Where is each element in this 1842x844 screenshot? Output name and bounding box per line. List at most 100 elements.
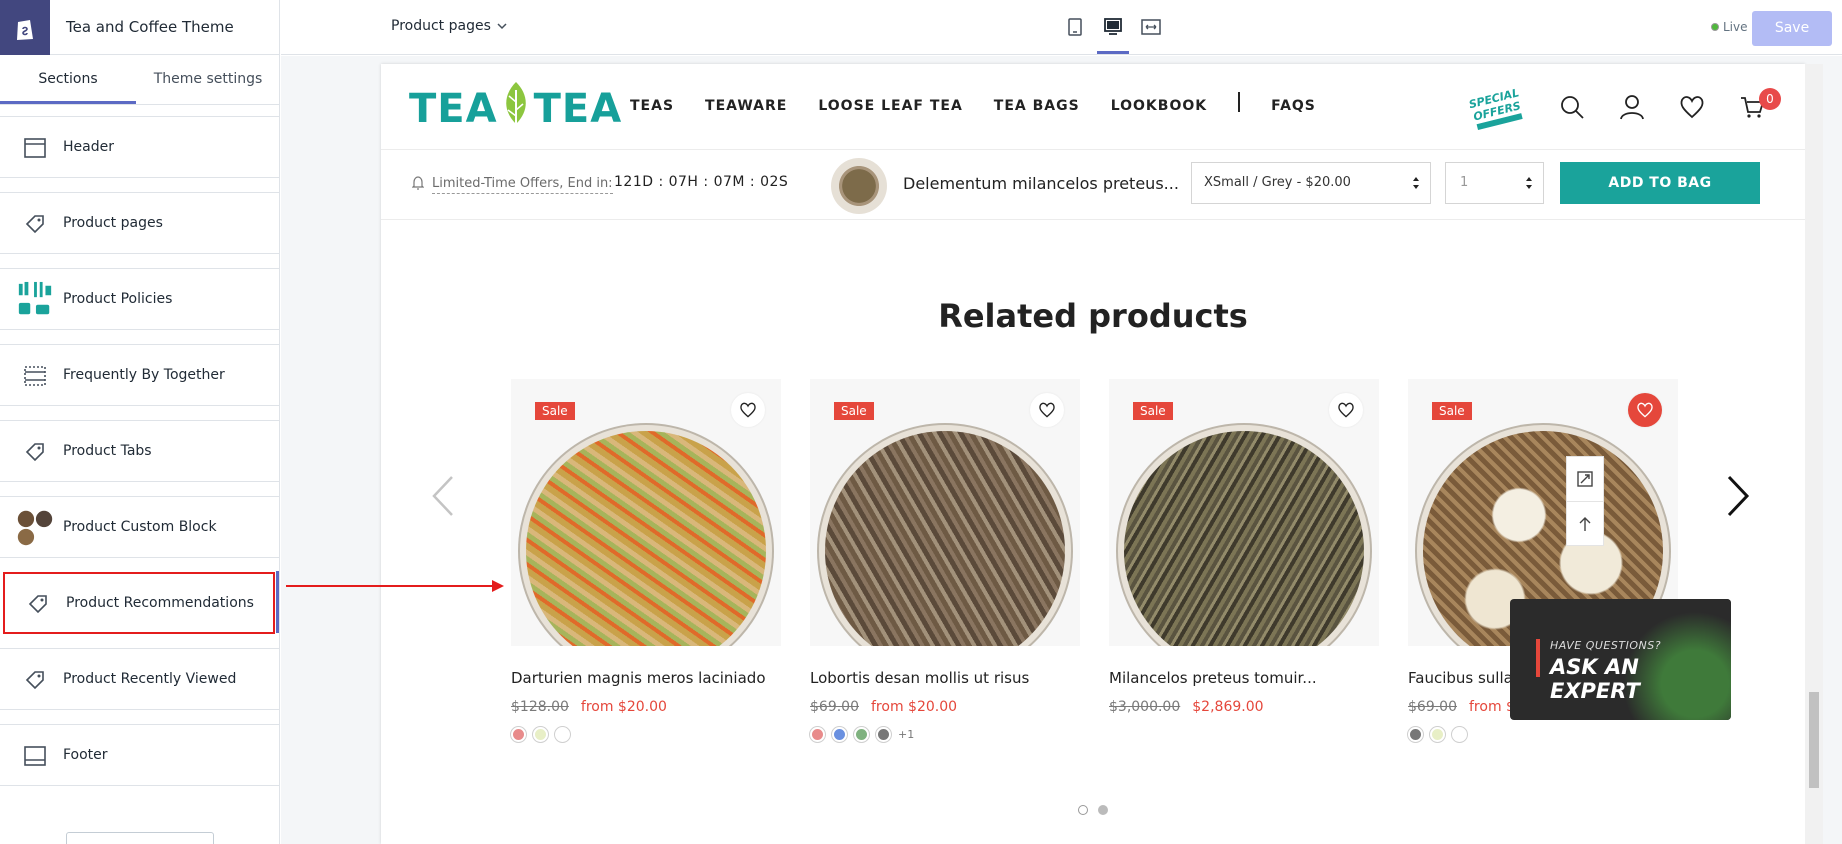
sale-badge: Sale [834,402,874,420]
product-image[interactable]: Sale [511,379,781,646]
cart-count-badge: 0 [1759,88,1781,110]
swatch[interactable] [555,727,570,742]
sale-badge: Sale [1432,402,1472,420]
section-item-product-custom-block[interactable]: Product Custom Block [0,496,279,558]
product-name[interactable]: Lobortis desan mollis ut risus [810,669,1080,687]
pagination-dot-active[interactable] [1098,805,1108,815]
add-section-button[interactable] [66,832,214,844]
compare-price: $3,000.00 [1109,699,1181,715]
logo-text-left: TEA [409,86,498,132]
section-item-frequently-bought[interactable]: Frequently By Together [0,344,279,406]
pagination-dot[interactable] [1078,805,1088,815]
swatch[interactable] [832,727,847,742]
heart-filled-icon[interactable] [1628,393,1662,427]
carousel-next-icon[interactable] [1726,474,1750,518]
variant-value: XSmall / Grey - $20.00 [1204,175,1351,190]
product-name[interactable]: Milancelos preteus tomuir... [1109,669,1379,687]
tag-icon [16,662,54,698]
tea-tin-image [1124,431,1364,646]
theme-editor: Tea and Coffee Theme Sections Theme sett… [0,0,1842,844]
product-card[interactable]: Sale Milancelos preteus tomuir... $3,000… [1109,379,1379,715]
back-to-top-icon[interactable] [1567,501,1603,545]
sticky-add-to-cart-bar: Limited-Time Offers, End in: 121D : 07H … [381,150,1805,220]
heart-icon[interactable] [1030,393,1064,427]
header-layout-icon [16,130,54,166]
swatch[interactable] [533,727,548,742]
swatch[interactable] [1408,727,1423,742]
quantity-stepper[interactable]: 1 [1445,162,1544,204]
product-name[interactable]: Darturien magnis meros laciniado [511,669,781,687]
sale-price: from $ [1469,699,1515,715]
add-to-bag-button[interactable]: ADD TO BAG [1560,162,1760,204]
section-label: Product pages [63,215,163,231]
section-item-header[interactable]: Header [0,116,279,178]
countdown-timer: 121D : 07H : 07M : 02S [614,174,789,190]
section-label: Product Tabs [63,443,152,459]
product-card[interactable]: Sale Lobortis desan mollis ut risus $69.… [810,379,1080,742]
section-item-product-pages[interactable]: Product pages [0,192,279,254]
page-selector[interactable]: Product pages [391,18,507,34]
editor-topbar: Product pages Live Save [281,0,1842,55]
tea-tin-image [526,431,766,646]
shopify-logo-icon[interactable] [0,0,50,55]
search-icon[interactable] [1559,94,1587,122]
page-selector-label: Product pages [391,18,491,34]
cart-icon[interactable]: 0 [1739,88,1781,122]
logo-text-right: TEA [533,86,623,132]
tab-theme-settings[interactable]: Theme settings [136,56,279,104]
live-label: Live [1723,20,1748,34]
nav-item-tea-bags[interactable]: TEA BAGS [994,98,1080,114]
nav-divider [1238,92,1241,112]
section-item-product-tabs[interactable]: Product Tabs [0,420,279,482]
nav-item-faqs[interactable]: FAQS [1271,98,1316,114]
swatch[interactable] [810,727,825,742]
wishlist-icon[interactable] [1679,94,1707,122]
sidebar-tabs: Sections Theme settings [0,56,279,105]
heart-icon[interactable] [731,393,765,427]
sidebar-header: Tea and Coffee Theme [0,0,279,55]
more-swatches-count[interactable]: +1 [898,728,914,741]
tab-sections[interactable]: Sections [0,56,136,104]
section-item-footer[interactable]: Footer [0,724,279,786]
product-card[interactable]: Sale Darturien magnis meros laciniado $1… [511,379,781,742]
section-item-product-recommendations[interactable]: Product Recommendations [3,572,275,634]
product-image[interactable]: Sale [1109,379,1379,646]
swatch[interactable] [876,727,891,742]
related-products-title: Related products [938,297,1248,335]
nav-item-loose-leaf-tea[interactable]: LOOSE LEAF TEA [818,98,962,114]
color-swatches: +1 [810,727,1080,742]
fullwidth-view-icon[interactable] [1139,14,1163,40]
leaf-logo-icon [498,80,534,138]
tag-icon [19,586,57,622]
product-image[interactable]: Sale [810,379,1080,646]
store-logo[interactable]: TEA TEA [409,80,622,138]
expand-icon[interactable] [1567,457,1603,501]
heart-icon[interactable] [1329,393,1363,427]
section-label: Product Custom Block [63,519,217,535]
mobile-view-icon[interactable] [1063,14,1087,40]
footer-layout-icon [16,738,54,774]
ask-expert-banner[interactable]: HAVE QUESTIONS? ASK AN EXPERT [1510,599,1731,720]
store-header: TEA TEA TEAS TEAWARE LOOSE LEAF TEA TEA … [381,64,1805,150]
account-icon[interactable] [1619,94,1647,122]
swatch[interactable] [1452,727,1467,742]
scrollbar-thumb[interactable] [1809,692,1819,788]
carousel-prev-icon[interactable] [431,474,455,518]
product-prices: $69.00 from $20.00 [810,699,1080,715]
section-item-product-policies[interactable]: Product Policies [0,268,279,330]
section-item-product-recently-viewed[interactable]: Product Recently Viewed [0,648,279,710]
swatch[interactable] [511,727,526,742]
desktop-view-icon[interactable] [1097,14,1129,54]
nav-item-teas[interactable]: TEAS [630,98,674,114]
swatch[interactable] [854,727,869,742]
editor-sidebar: Tea and Coffee Theme Sections Theme sett… [0,0,280,844]
swatch[interactable] [1430,727,1445,742]
section-label: Header [63,139,114,155]
annotation-arrow-line [286,585,500,587]
save-button[interactable]: Save [1752,11,1832,46]
preview-scrollbar[interactable] [1805,64,1823,844]
nav-item-lookbook[interactable]: LOOKBOOK [1111,98,1207,114]
variant-select[interactable]: XSmall / Grey - $20.00 [1191,162,1431,204]
special-offers-badge[interactable]: SPECIAL OFFERS [1463,82,1529,132]
nav-item-teaware[interactable]: TEAWARE [705,98,787,114]
